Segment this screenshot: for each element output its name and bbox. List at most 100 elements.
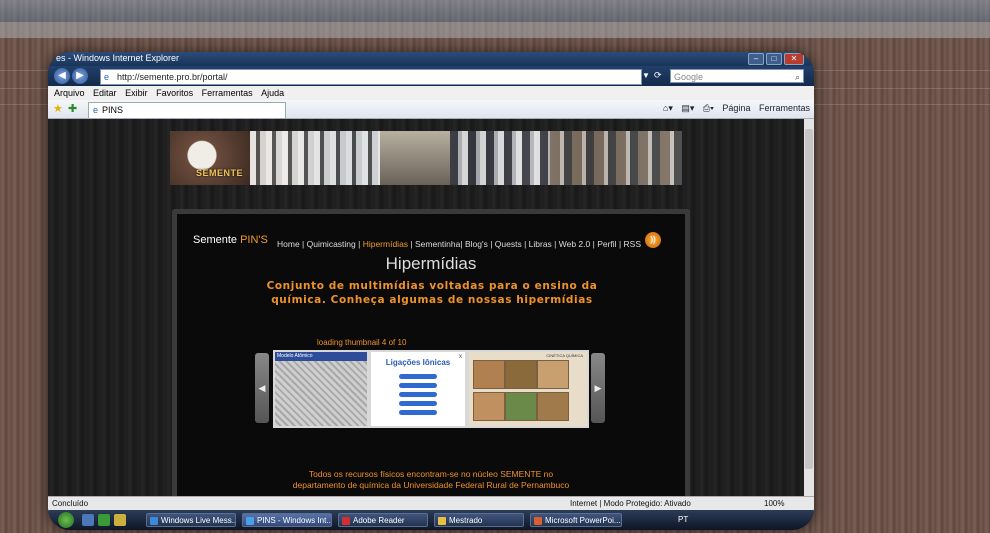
command-bar: ⌂▾ ▤▾ ⎙▾ Página Ferramentas xyxy=(657,103,810,114)
vertical-scrollbar[interactable] xyxy=(804,119,814,496)
taskbar-adobe-reader[interactable]: Adobe Reader xyxy=(338,513,428,527)
address-dropdown-icon[interactable]: ▼ xyxy=(642,71,650,80)
forward-button[interactable]: ▶ xyxy=(72,68,88,84)
ie-window: es - Windows Internet Explorer – □ ✕ ◀ ▶… xyxy=(48,52,814,530)
favorites-bar: ★ ✚ e PINS ⌂▾ ▤▾ ⎙▾ Página Ferramentas xyxy=(48,100,814,119)
nav-web20[interactable]: Web 2.0 xyxy=(559,239,591,249)
print-icon[interactable]: ⎙▾ xyxy=(703,103,714,113)
messenger-icon xyxy=(150,517,158,525)
search-icon[interactable]: ⌕ xyxy=(795,70,800,84)
taskbar-mestrado[interactable]: Mestrado xyxy=(434,513,524,527)
thumbnail-button xyxy=(399,383,437,388)
zoom-level[interactable]: 100% xyxy=(764,499,784,508)
address-text: http://semente.pro.br/portal/ xyxy=(117,72,228,82)
web-page: SEMENTE Semente PIN'S Home | Quimicastin… xyxy=(48,119,814,504)
nav-sementinha[interactable]: Sementinha xyxy=(415,239,460,249)
nav-quimicasting[interactable]: Quimicasting xyxy=(307,239,356,249)
taskbar-powerpoint[interactable]: Microsoft PowerPoi... xyxy=(530,513,622,527)
hypermedia-carousel: ◀ Modelo Atômico x Ligações Iônicas CINÉ… xyxy=(255,350,607,428)
address-bar[interactable]: e http://semente.pro.br/portal/ xyxy=(100,69,642,85)
page-title: Hipermídias xyxy=(385,254,477,273)
menu-ferramentas[interactable]: Ferramentas xyxy=(202,86,253,100)
tab-pins[interactable]: e PINS xyxy=(88,102,286,118)
menu-bar: Arquivo Editar Exibir Favoritos Ferramen… xyxy=(48,86,814,100)
tab-label: PINS xyxy=(102,105,124,115)
thumbnail-2-title: Ligações Iônicas xyxy=(385,358,451,367)
quicklaunch-icon[interactable] xyxy=(98,514,110,526)
close-button[interactable]: ✕ xyxy=(784,53,804,65)
language-indicator[interactable]: PT xyxy=(678,515,688,524)
page-subtitle: Conjunto de multimídias voltadas para o … xyxy=(266,280,598,306)
home-icon[interactable]: ⌂▾ xyxy=(663,103,673,113)
maximize-button[interactable]: □ xyxy=(766,53,782,65)
folder-icon xyxy=(438,517,446,525)
site-title-accent: PIN'S xyxy=(240,234,268,246)
banner-logo: SEMENTE xyxy=(196,168,244,178)
thumbnail-image xyxy=(505,360,537,389)
thumbnail-image xyxy=(473,392,505,421)
site-title-main: Semente xyxy=(193,234,241,246)
thumbnail-image xyxy=(537,360,569,389)
carousel-next-button[interactable]: ▶ xyxy=(591,353,605,423)
header-banner-photo: SEMENTE xyxy=(170,131,682,185)
footer-line-1: Todos os recursos físicos encontram-se n… xyxy=(308,469,554,479)
ie-page-icon: e xyxy=(104,72,110,82)
refresh-icon[interactable]: ⟳ xyxy=(654,70,662,81)
thumbnail-image xyxy=(537,392,569,421)
top-navigation: Home | Quimicasting | Hipermídias | Seme… xyxy=(277,239,641,249)
start-button[interactable] xyxy=(58,512,74,528)
background-taskbar xyxy=(0,0,990,22)
content-panel: Semente PIN'S Home | Quimicasting | Hipe… xyxy=(172,209,690,504)
nav-quests[interactable]: Quests xyxy=(495,239,522,249)
taskbar-windows-live[interactable]: Windows Live Mess... xyxy=(146,513,236,527)
footer-line-2: departamento de química da Universidade … xyxy=(292,480,570,490)
powerpoint-icon xyxy=(534,517,542,525)
nav-perfil[interactable]: Perfil xyxy=(597,239,616,249)
nav-home[interactable]: Home xyxy=(277,239,300,249)
menu-editar[interactable]: Editar xyxy=(93,86,117,100)
title-bar: es - Windows Internet Explorer – □ ✕ xyxy=(48,52,814,66)
loading-status: loading thumbnail 4 of 10 xyxy=(317,338,407,347)
window-title: es - Windows Internet Explorer xyxy=(56,53,180,63)
add-favorite-icon[interactable]: ✚ xyxy=(68,102,77,115)
tools-menu[interactable]: Ferramentas xyxy=(759,103,810,113)
windows-taskbar: Windows Live Mess... PINS - Windows Int.… xyxy=(48,510,814,530)
nav-libras[interactable]: Libras xyxy=(529,239,552,249)
menu-favoritos[interactable]: Favoritos xyxy=(156,86,193,100)
menu-ajuda[interactable]: Ajuda xyxy=(261,86,284,100)
thumbnail-button xyxy=(399,374,437,379)
thumbnail-image xyxy=(505,392,537,421)
quicklaunch-icon[interactable] xyxy=(114,514,126,526)
thumbnail-image xyxy=(473,360,505,389)
background-address-strip xyxy=(0,22,990,38)
nav-rss[interactable]: RSS xyxy=(624,239,641,249)
thumbnail-cinetica-quimica[interactable]: CINÉTICA QUÍMICA xyxy=(469,352,587,426)
favorites-star-icon[interactable]: ★ xyxy=(53,102,63,115)
page-menu[interactable]: Página xyxy=(722,103,750,113)
taskbar-pins-ie[interactable]: PINS - Windows Int... xyxy=(242,513,332,527)
feeds-icon[interactable]: ▤▾ xyxy=(681,103,694,113)
status-text: Concluído xyxy=(52,499,89,508)
nav-blogs[interactable]: Blog's xyxy=(465,239,488,249)
thumbnail-button xyxy=(399,410,437,415)
menu-exibir[interactable]: Exibir xyxy=(125,86,148,100)
thumbnail-ligacoes-ionicas[interactable]: x Ligações Iônicas xyxy=(371,352,465,426)
minimize-button[interactable]: – xyxy=(748,53,764,65)
menu-arquivo[interactable]: Arquivo xyxy=(54,86,85,100)
rss-icon[interactable]: )) xyxy=(645,232,661,248)
security-zone[interactable]: Internet | Modo Protegido: Ativado xyxy=(570,499,691,508)
nav-hipermidias[interactable]: Hipermídias xyxy=(363,239,408,249)
adobe-icon xyxy=(342,517,350,525)
quicklaunch-icon[interactable] xyxy=(82,514,94,526)
carousel-prev-button[interactable]: ◀ xyxy=(255,353,269,423)
thumbnail-1-header: Modelo Atômico xyxy=(275,352,367,361)
thumbnail-button xyxy=(399,401,437,406)
thumbnail-modelo-atomico[interactable]: Modelo Atômico xyxy=(275,352,367,426)
thumbnail-button xyxy=(399,392,437,397)
ie-tab-icon: e xyxy=(93,105,99,115)
scrollbar-thumb[interactable] xyxy=(805,129,813,469)
carousel-thumbnails: Modelo Atômico x Ligações Iônicas CINÉTI… xyxy=(273,350,589,428)
navigation-bar: ◀ ▶ e http://semente.pro.br/portal/ ▼ ⟳ G… xyxy=(48,66,814,86)
back-button[interactable]: ◀ xyxy=(54,68,70,84)
search-input[interactable]: Google ⌕ xyxy=(670,69,804,83)
